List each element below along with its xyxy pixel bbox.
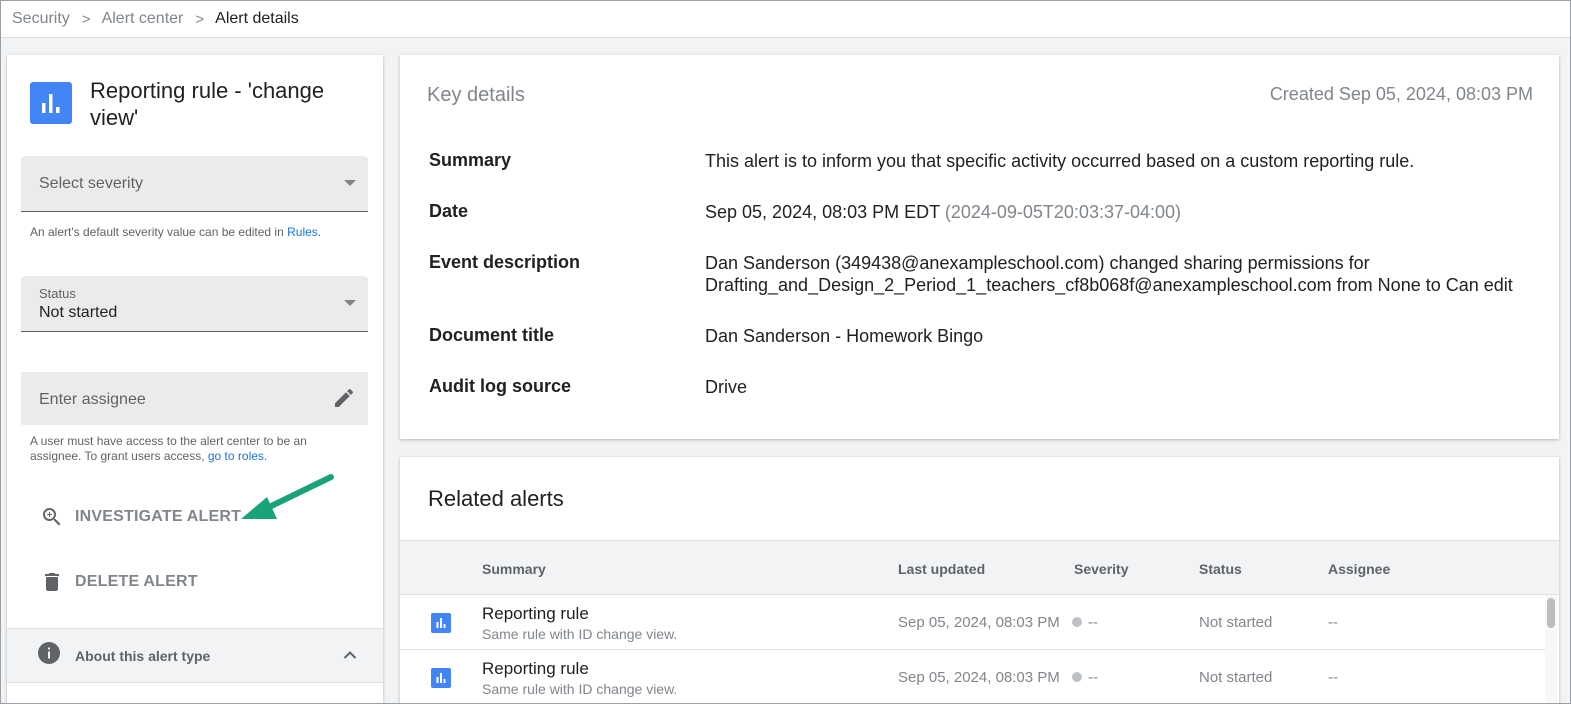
related-alerts-card: Related alerts Summary Last updated Seve… <box>400 457 1559 703</box>
breadcrumb-separator-icon: > <box>195 10 205 28</box>
severity-helper-suffix: . <box>317 225 322 239</box>
table-row[interactable]: Reporting rule Same rule with ID change … <box>400 650 1545 703</box>
zoom-in-icon <box>39 504 65 530</box>
rules-link[interactable]: Rules <box>287 225 318 239</box>
date-iso: (2024-09-05T20:03:37-04:00) <box>944 202 1182 222</box>
audit-log-source-label: Audit log source <box>429 376 572 396</box>
severity-helper-text: An alert's default severity value can be… <box>30 225 321 240</box>
document-title-value: Dan Sanderson - Homework Bingo <box>705 326 984 346</box>
severity-select[interactable]: Select severity <box>21 156 368 212</box>
row-summary-title: Reporting rule <box>482 604 589 623</box>
row-last-updated: Sep 05, 2024, 08:03 PM <box>898 614 1060 631</box>
row-status: Not started <box>1199 669 1273 686</box>
event-description-label: Event description <box>429 252 581 272</box>
column-status[interactable]: Status <box>1199 561 1242 577</box>
column-summary[interactable]: Summary <box>482 561 546 577</box>
delete-alert-label: DELETE ALERT <box>75 573 198 590</box>
investigate-alert-button[interactable]: INVESTIGATE ALERT <box>39 504 241 530</box>
row-status: Not started <box>1199 614 1273 631</box>
column-assignee[interactable]: Assignee <box>1328 561 1390 577</box>
pencil-icon[interactable] <box>332 386 356 415</box>
assignee-helper-suffix: . <box>263 449 268 463</box>
row-assignee: -- <box>1328 614 1338 631</box>
event-description-line2: Drafting_and_Design_2_Period_1_teachers_… <box>705 275 1513 295</box>
date-label: Date <box>429 201 469 221</box>
info-icon <box>37 641 61 670</box>
row-summary-title: Reporting rule <box>482 659 589 678</box>
document-title-label: Document title <box>429 325 555 345</box>
bar-chart-icon <box>431 668 451 688</box>
table-header: Summary Last updated Severity Status Ass… <box>400 540 1559 595</box>
event-description-line1: Dan Sanderson (349438@anexampleschool.co… <box>705 253 1370 273</box>
dropdown-arrow-icon <box>344 300 356 306</box>
status-label: Status <box>39 286 76 301</box>
bar-chart-icon <box>30 82 72 124</box>
related-alerts-title: Related alerts <box>428 486 564 511</box>
date-value: Sep 05, 2024, 08:03 PM EDT (2024-09-05T2… <box>705 201 1535 223</box>
row-assignee: -- <box>1328 669 1338 686</box>
severity-helper-prefix: An alert's default severity value can be… <box>30 225 288 239</box>
bar-chart-icon <box>431 613 451 633</box>
table-row[interactable]: Reporting rule Same rule with ID change … <box>400 595 1545 650</box>
row-severity: -- <box>1072 669 1098 686</box>
row-summary-subtitle: Same rule with ID change view. <box>482 681 678 697</box>
created-timestamp: Created Sep 05, 2024, 08:03 PM <box>1269 84 1533 104</box>
scrollbar-thumb[interactable] <box>1547 598 1555 628</box>
assignee-field[interactable]: Enter assignee <box>21 372 368 425</box>
row-summary-subtitle: Same rule with ID change view. <box>482 626 678 642</box>
breadcrumb-separator-icon: > <box>81 10 91 28</box>
status-select[interactable]: Status Not started <box>21 276 368 332</box>
summary-label: Summary <box>429 150 512 170</box>
key-details-card: Key details Created Sep 05, 2024, 08:03 … <box>400 55 1559 439</box>
breadcrumb-security[interactable]: Security <box>12 10 70 28</box>
about-alert-type-label: About this alert type <box>75 647 211 664</box>
table-scrollbar[interactable] <box>1545 595 1557 703</box>
breadcrumb-alert-center[interactable]: Alert center <box>102 10 184 28</box>
row-last-updated: Sep 05, 2024, 08:03 PM <box>898 669 1060 686</box>
audit-log-source-value: Drive <box>705 377 748 397</box>
delete-alert-button[interactable]: DELETE ALERT <box>39 569 198 595</box>
dropdown-arrow-icon <box>344 180 356 186</box>
status-value: Not started <box>39 304 118 321</box>
go-to-roles-link[interactable]: go to roles <box>208 449 264 463</box>
row-summary: Reporting rule Same rule with ID change … <box>482 604 677 642</box>
breadcrumb: Security > Alert center > Alert details <box>1 1 1570 38</box>
alert-side-panel: Reporting rule - 'change view' Select se… <box>7 55 383 703</box>
row-summary: Reporting rule Same rule with ID change … <box>482 659 677 697</box>
key-details-title: Key details <box>427 84 525 106</box>
assignee-helper-text: A user must have access to the alert cen… <box>30 434 330 464</box>
breadcrumb-current: Alert details <box>215 10 299 27</box>
chevron-up-icon[interactable] <box>342 647 358 668</box>
date-local: Sep 05, 2024, 08:03 PM EDT <box>705 202 940 222</box>
trash-icon <box>39 569 65 595</box>
row-severity: -- <box>1072 614 1098 631</box>
severity-placeholder: Select severity <box>39 175 144 192</box>
annotation-arrow-icon <box>241 474 334 519</box>
row-severity-value: -- <box>1088 669 1098 686</box>
severity-dot-icon <box>1072 617 1082 627</box>
column-last-updated[interactable]: Last updated <box>898 561 985 577</box>
alert-title: Reporting rule - 'change view' <box>90 78 325 130</box>
column-severity[interactable]: Severity <box>1074 561 1128 577</box>
about-alert-type-toggle[interactable]: About this alert type <box>7 628 383 683</box>
severity-dot-icon <box>1072 672 1082 682</box>
investigate-alert-label: INVESTIGATE ALERT <box>75 508 242 525</box>
event-description-value: Dan Sanderson (349438@anexampleschool.co… <box>705 252 1535 296</box>
assignee-placeholder: Enter assignee <box>39 391 146 408</box>
row-severity-value: -- <box>1088 614 1098 631</box>
app-frame: Security > Alert center > Alert details … <box>0 0 1571 704</box>
summary-value: This alert is to inform you that specifi… <box>705 151 1415 171</box>
